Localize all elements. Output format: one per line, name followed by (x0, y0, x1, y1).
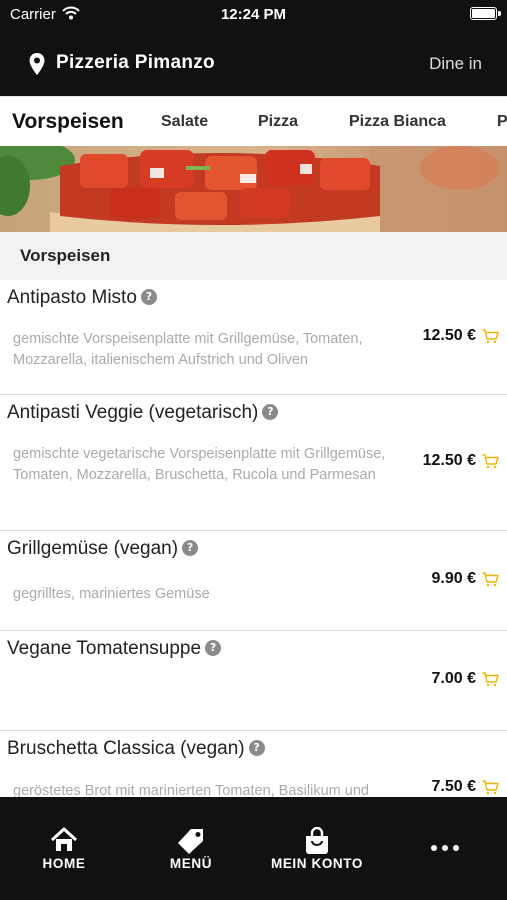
category-banner-image (0, 146, 507, 232)
home-icon (50, 827, 78, 851)
location-pin-icon[interactable] (28, 52, 46, 76)
item-name: Antipasti Veggie (vegetarisch) (7, 402, 259, 423)
menu-item-antipasto-misto[interactable]: Antipasto Misto? gemischte Vorspeisenpla… (0, 280, 507, 395)
item-price: 12.50 € (422, 327, 476, 344)
status-bar: Carrier 12:24 PM (0, 0, 507, 30)
nav-mein-konto[interactable]: MEIN KONTO (262, 797, 372, 900)
item-name: Bruschetta Classica (vegan) (7, 738, 245, 759)
item-name-wrap: Vegane Tomatensuppe? (7, 638, 222, 660)
bottom-nav: HOME MENÜ MEIN KONTO (0, 797, 507, 900)
item-name: Antipasto Misto (7, 287, 137, 308)
shopping-bag-icon (306, 827, 328, 854)
dine-mode-selector[interactable]: Dine in (429, 54, 482, 74)
cart-icon[interactable] (482, 454, 499, 469)
section-header: Vorspeisen (0, 232, 507, 280)
item-price: 7.50 € (431, 778, 476, 795)
nav-home[interactable]: HOME (24, 797, 104, 900)
nav-menu[interactable]: MENÜ (151, 797, 231, 900)
battery-icon (470, 7, 497, 20)
item-price: 7.00 € (431, 670, 476, 687)
cart-icon[interactable] (482, 329, 499, 344)
info-icon[interactable]: ? (248, 740, 265, 756)
battery-tip (498, 11, 501, 16)
menu-item-bruschetta-classica[interactable]: Bruschetta Classica (vegan)? geröstetes … (0, 731, 507, 797)
info-icon[interactable]: ? (205, 640, 222, 656)
item-name-wrap: Antipasto Misto? (7, 287, 157, 309)
item-description: gemischte Vorspeisenplatte mit Grillgemü… (13, 331, 363, 368)
restaurant-name[interactable]: Pizzeria Pimanzo (56, 52, 215, 74)
item-price: 9.90 € (431, 570, 476, 587)
menu-item-vegane-tomatensuppe[interactable]: Vegane Tomatensuppe? 7.00 € (0, 631, 507, 731)
cart-icon[interactable] (482, 572, 499, 587)
menu-list[interactable]: Antipasto Misto? gemischte Vorspeisenpla… (0, 280, 507, 797)
tab-salate[interactable]: Salate (161, 97, 208, 146)
tab-pizza[interactable]: Pizza (258, 97, 298, 146)
nav-mein-konto-label: MEIN KONTO (270, 856, 363, 871)
item-description: gegrilltes, mariniertes Gemüse (13, 586, 210, 602)
section-title: Vorspeisen (20, 246, 111, 265)
tag-icon (178, 829, 203, 854)
item-price: 12.50 € (422, 452, 476, 469)
app-header: Pizzeria Pimanzo Dine in (0, 30, 507, 96)
item-name-wrap: Antipasti Veggie (vegetarisch)? (7, 402, 279, 424)
item-name-wrap: Bruschetta Classica (vegan)? (7, 738, 265, 760)
tab-partial[interactable]: P (497, 97, 507, 146)
info-icon[interactable]: ? (140, 289, 157, 305)
more-icon[interactable] (430, 844, 460, 852)
item-description: gemischte vegetarische Vorspeisenplatte … (13, 446, 386, 483)
nav-home-label: HOME (42, 856, 86, 871)
cart-icon[interactable] (482, 672, 499, 687)
tab-pizza-bianca[interactable]: Pizza Bianca (349, 97, 446, 146)
item-description: geröstetes Brot mit marinierten Tomaten,… (13, 783, 369, 797)
menu-item-grillgemuese[interactable]: Grillgemüse (vegan)? gegrilltes, marinie… (0, 531, 507, 631)
nav-menu-label: MENÜ (169, 856, 213, 871)
tab-vorspeisen[interactable]: Vorspeisen (12, 97, 124, 146)
clock: 12:24 PM (220, 6, 287, 23)
item-name: Vegane Tomatensuppe (7, 638, 202, 659)
info-icon[interactable]: ? (182, 540, 199, 556)
item-name: Grillgemüse (vegan) (7, 538, 179, 559)
cart-icon[interactable] (482, 780, 499, 795)
item-name-wrap: Grillgemüse (vegan)? (7, 538, 199, 560)
category-tabs: Vorspeisen Salate Pizza Pizza Bianca P (0, 96, 507, 146)
menu-item-antipasti-veggie[interactable]: Antipasti Veggie (vegetarisch)? gemischt… (0, 395, 507, 531)
info-icon[interactable]: ? (262, 404, 279, 420)
